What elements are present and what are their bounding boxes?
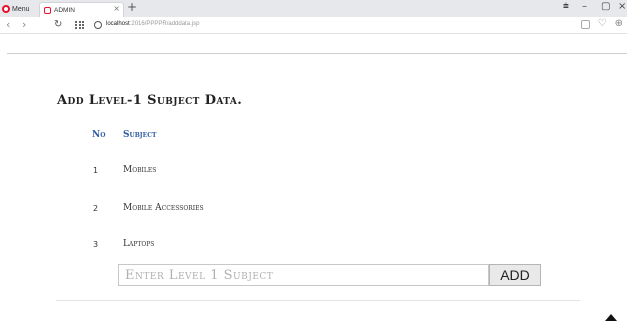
- address-bar: ‹ › ↻ localhost:2016/PPPPR/adddata.jsp ♡…: [0, 17, 627, 34]
- row-number: 1: [93, 166, 99, 175]
- page-title: Add Level-1 Subject Data.: [57, 93, 243, 108]
- url-field[interactable]: localhost:2016/PPPPR/adddata.jsp: [106, 21, 199, 27]
- tab-favicon-icon: [44, 6, 51, 14]
- subject-input[interactable]: [118, 264, 489, 286]
- scroll-to-top-icon[interactable]: [605, 314, 617, 321]
- download-icon[interactable]: ⊕: [615, 19, 623, 29]
- site-info-icon[interactable]: [94, 21, 102, 29]
- add-button[interactable]: ADD: [489, 264, 541, 286]
- window-menu-icon[interactable]: ⩧: [563, 1, 569, 12]
- column-header-no: No: [92, 130, 106, 140]
- reload-icon[interactable]: ↻: [54, 19, 62, 30]
- url-path: :2016/PPPPR/adddata.jsp: [129, 21, 200, 27]
- menu-label: Menu: [12, 5, 30, 13]
- minimize-button[interactable]: –: [582, 1, 587, 12]
- forward-icon[interactable]: ›: [22, 18, 26, 31]
- back-icon[interactable]: ‹: [6, 18, 10, 31]
- row-subject: Laptops: [123, 239, 155, 249]
- address-bar-actions: ♡ ⊕: [580, 19, 623, 29]
- opera-menu-button[interactable]: Menu: [2, 3, 30, 15]
- close-window-button[interactable]: ×: [618, 1, 626, 12]
- new-tab-button[interactable]: +: [127, 0, 137, 14]
- url-host: localhost: [106, 21, 130, 27]
- row-subject: Mobiles: [123, 165, 157, 175]
- tab-close-icon[interactable]: ×: [113, 4, 120, 13]
- opera-logo-icon: [2, 5, 10, 13]
- top-divider: [7, 53, 627, 54]
- maximize-button[interactable]: ▢: [601, 1, 610, 12]
- browser-tab-bar: Menu ADMIN × + ⩧ – ▢ ×: [0, 0, 627, 17]
- browser-tab[interactable]: ADMIN ×: [39, 2, 124, 17]
- tab-title: ADMIN: [54, 6, 75, 14]
- snapshot-icon[interactable]: [580, 19, 590, 29]
- bookmark-heart-icon[interactable]: ♡: [598, 19, 607, 29]
- row-number: 2: [93, 204, 99, 213]
- speed-dial-icon[interactable]: [75, 21, 84, 29]
- bottom-divider: [56, 300, 580, 301]
- row-subject: Mobile Accessories: [123, 203, 204, 213]
- column-header-subject: Subject: [123, 130, 157, 140]
- row-number: 3: [93, 240, 99, 249]
